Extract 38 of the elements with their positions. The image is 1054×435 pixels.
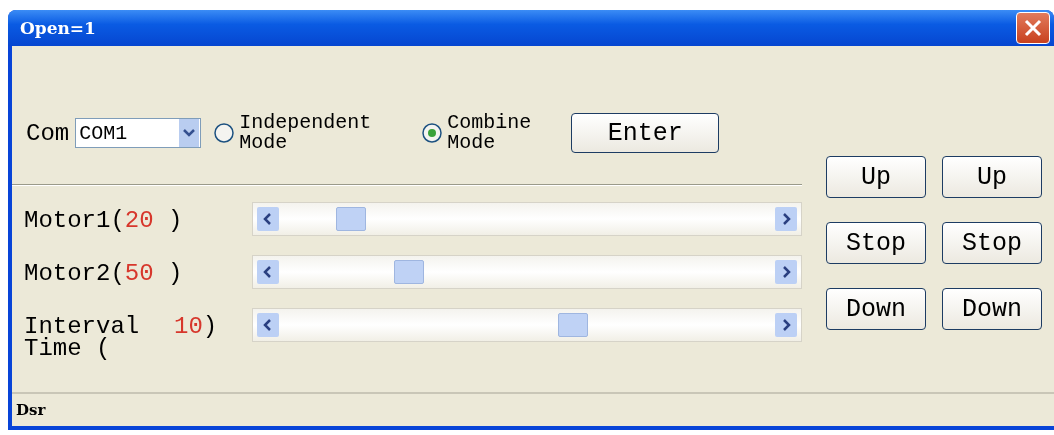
radio-button[interactable] [213,122,236,144]
scroll-right-icon[interactable] [775,260,797,284]
radio-button[interactable] [421,122,444,144]
com-label: Com [26,119,70,147]
scroll-left-icon[interactable] [257,260,279,284]
scroll-left-icon[interactable] [257,207,279,231]
slider-label: Interval Time ( [24,316,141,360]
motor-button[interactable]: Stop [826,222,926,264]
slider-label: Motor1( [24,210,125,232]
mode-radio[interactable]: Independent Mode [213,113,410,153]
slider-value: 10 [174,316,203,338]
slider-value: 20 [124,210,154,232]
status-text: Dsr [16,401,46,419]
paren-text: ) [202,316,218,338]
slider-label: Motor2( [24,263,125,285]
motor-button[interactable]: Down [826,288,926,330]
motor-button[interactable]: Stop [942,222,1042,264]
window-title: Open=1 [20,18,96,38]
motor-button[interactable]: Down [942,288,1042,330]
motor-button[interactable]: Up [826,156,926,198]
scroll-thumb[interactable] [335,207,366,231]
paren-text: ) [167,263,183,285]
scroll-right-icon[interactable] [775,313,797,337]
scroll-left-icon[interactable] [257,313,279,337]
com-dropdown[interactable]: COM1 [75,118,202,148]
close-icon [1023,18,1043,38]
motor-button[interactable]: Up [942,156,1042,198]
paren-text: ) [167,210,183,232]
enter-button[interactable]: Enter [571,113,720,153]
close-button[interactable] [1016,12,1050,44]
scrollbar[interactable] [252,202,802,236]
mode-radio[interactable]: Combine Mode [421,113,558,153]
scrollbar[interactable] [252,255,802,289]
scroll-thumb[interactable] [558,313,589,337]
slider-value: 50 [124,263,154,285]
scroll-right-icon[interactable] [775,207,797,231]
scroll-thumb[interactable] [393,260,424,284]
scrollbar[interactable] [252,308,802,342]
